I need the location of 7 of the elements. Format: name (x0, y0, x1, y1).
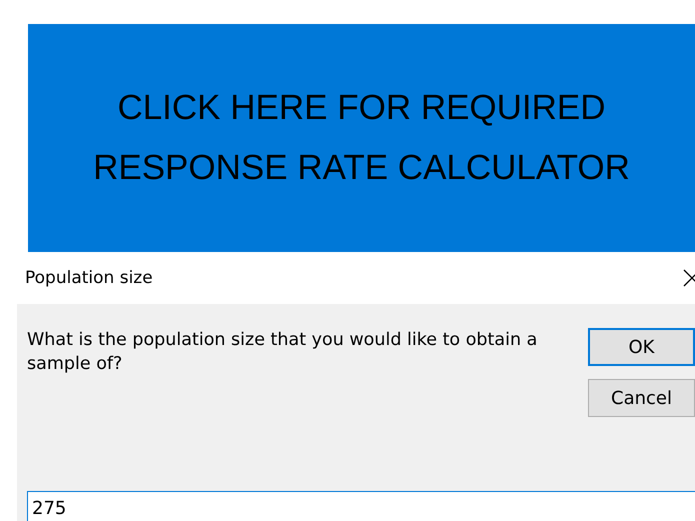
calculator-link-button[interactable]: CLICK HERE FOR REQUIRED RESPONSE RATE CALCULATOR (28, 24, 695, 252)
input-field[interactable]: 275 (27, 491, 695, 521)
dialog-button[interactable]: OK (588, 328, 695, 366)
dialog-button[interactable]: Cancel (588, 379, 695, 417)
dialog-title: Population size (24, 268, 153, 288)
prompt-text: What is the population size that you would like to obtain a sample of? (27, 329, 538, 376)
close-icon[interactable] (683, 269, 695, 287)
